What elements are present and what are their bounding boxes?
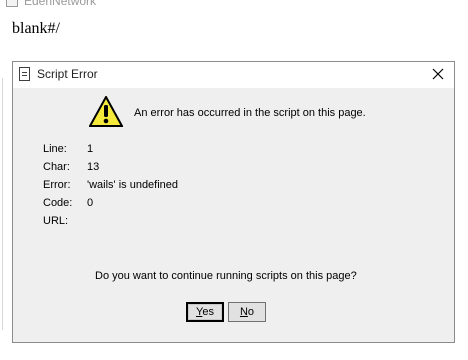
code-value: 0 (87, 197, 94, 209)
app-title-text: EdenNetwork (24, 0, 97, 8)
background-window-title-strip: EdenNetwork (0, 0, 468, 8)
error-value: 'wails' is undefined (87, 179, 179, 191)
url-label: URL: (43, 215, 69, 227)
background-divider (2, 78, 3, 330)
script-error-dialog: Script Error An error has occurred in th… (12, 61, 455, 343)
close-icon (432, 68, 444, 80)
app-window-icon (6, 0, 18, 7)
char-label: Char: (43, 161, 70, 173)
yes-button[interactable]: Yes (186, 302, 224, 322)
document-icon (19, 67, 30, 81)
line-value: 1 (87, 143, 94, 155)
continue-question: Do you want to continue running scripts … (95, 270, 357, 282)
error-heading: An error has occurred in the script on t… (134, 107, 366, 119)
char-value: 13 (87, 161, 100, 173)
code-label: Code: (43, 197, 73, 209)
page-url-text: blank#/ (12, 20, 60, 37)
no-button-label: No (239, 306, 255, 318)
dialog-title: Script Error (37, 67, 98, 81)
warning-icon (89, 96, 123, 127)
dialog-titlebar: Script Error (13, 62, 454, 89)
yes-button-label: Yes (196, 306, 214, 318)
line-label: Line: (43, 143, 67, 155)
no-button[interactable]: No (228, 302, 266, 322)
error-label: Error: (43, 179, 71, 191)
close-button[interactable] (429, 65, 447, 83)
browser-window: EdenNetwork blank#/ Script Error An erro… (0, 0, 468, 360)
background-window-title: EdenNetwork (6, 0, 96, 8)
